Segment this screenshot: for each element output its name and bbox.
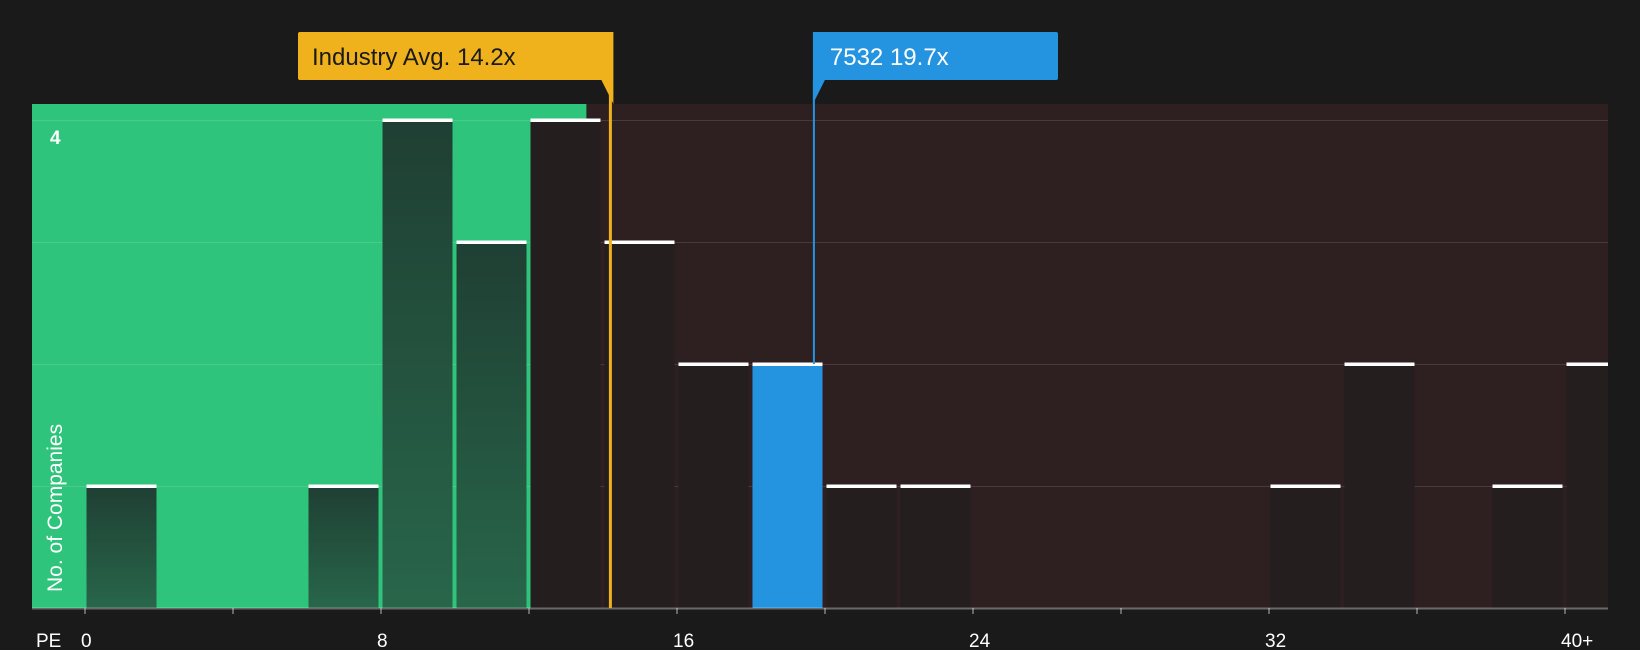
bar-cap bbox=[1566, 362, 1608, 366]
pe-distribution-chart: 0 8 16 24 32 40+ PE 4 No. of Companies Industry A… bbox=[32, 32, 1608, 650]
bar bbox=[530, 120, 601, 608]
bar-cap bbox=[456, 240, 527, 244]
bar-cap bbox=[826, 484, 897, 488]
bar-cap bbox=[86, 484, 157, 488]
bar bbox=[456, 242, 527, 608]
bar bbox=[604, 242, 675, 608]
bar-cap bbox=[382, 118, 453, 122]
bar bbox=[1344, 364, 1415, 608]
y-axis-label: No. of Companies bbox=[44, 424, 67, 592]
bar bbox=[1270, 486, 1341, 608]
x-tick-label: 32 bbox=[1265, 631, 1286, 650]
bar bbox=[826, 486, 897, 608]
bar-cap bbox=[900, 484, 971, 488]
bar bbox=[308, 486, 379, 608]
bar bbox=[86, 486, 157, 608]
bar-cap bbox=[1270, 484, 1341, 488]
bar-cap bbox=[308, 484, 379, 488]
bar-cap bbox=[678, 362, 749, 366]
bar bbox=[678, 364, 749, 608]
industry-avg-label: Industry Avg. 14.2x bbox=[312, 44, 516, 71]
bar-cap bbox=[752, 362, 823, 366]
bar-highlighted bbox=[752, 364, 823, 608]
bar bbox=[382, 120, 453, 608]
bar bbox=[900, 486, 971, 608]
bar-cap bbox=[1344, 362, 1415, 366]
x-tick-label: 24 bbox=[969, 631, 991, 650]
x-axis-prefix-label: PE bbox=[36, 631, 61, 650]
bar-cap bbox=[1492, 484, 1563, 488]
bar-cap bbox=[530, 118, 601, 122]
y-tick-label: 4 bbox=[50, 128, 61, 149]
company-pe-label: 7532 19.7x bbox=[830, 44, 949, 71]
x-tick-label: 40+ bbox=[1561, 631, 1593, 650]
x-tick-label: 16 bbox=[673, 631, 694, 650]
bar-cap bbox=[604, 240, 675, 244]
bar bbox=[1566, 364, 1608, 608]
x-tick-label: 0 bbox=[81, 631, 92, 650]
x-tick-label: 8 bbox=[377, 631, 388, 650]
bar bbox=[1492, 486, 1563, 608]
